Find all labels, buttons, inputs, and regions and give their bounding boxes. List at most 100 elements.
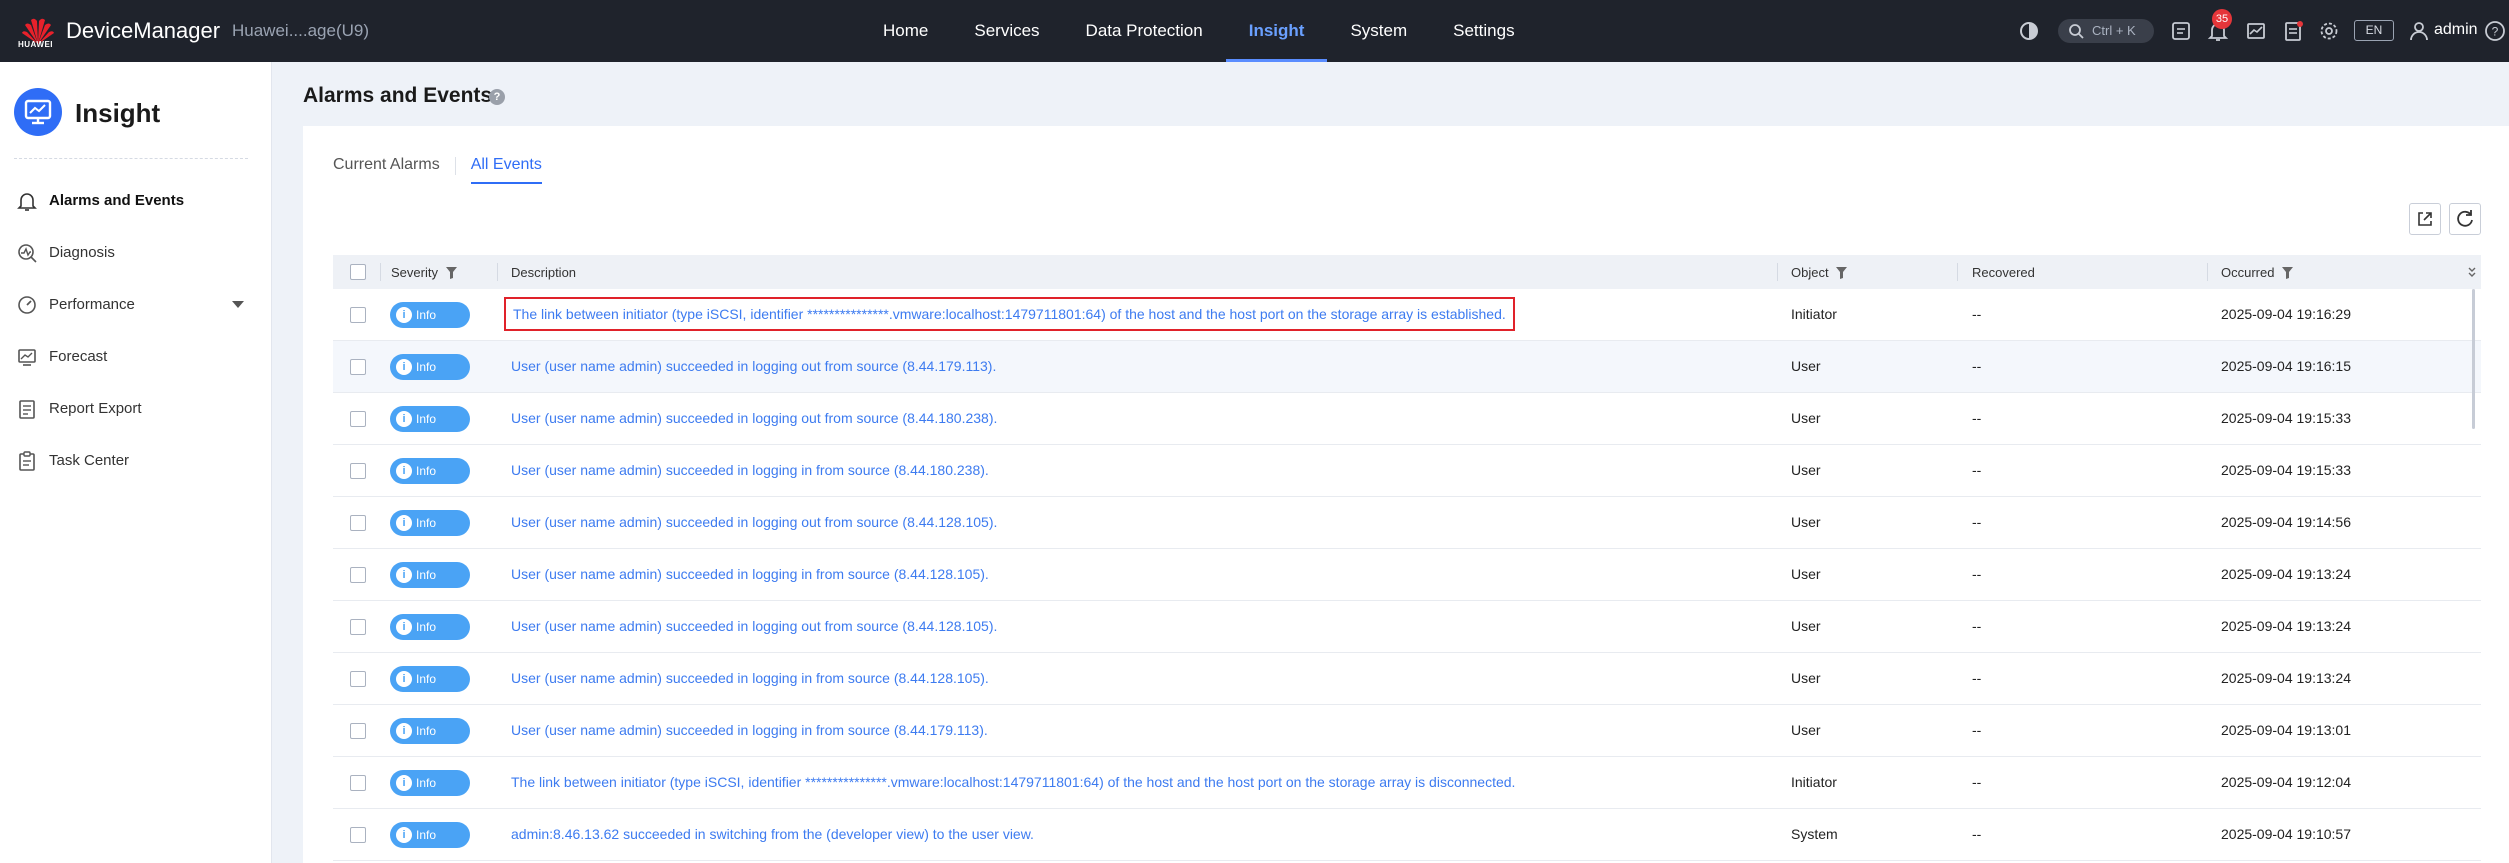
username[interactable]: admin	[2434, 21, 2478, 39]
theme-toggle-icon[interactable]	[2018, 20, 2040, 42]
event-description[interactable]: The link between initiator (type iSCSI, …	[504, 297, 1515, 331]
filter-icon[interactable]	[1836, 267, 1848, 279]
table-row[interactable]: i Info The link between initiator (type iS…	[333, 757, 2481, 809]
sidebar-title: Insight	[75, 98, 161, 128]
question-mark-icon[interactable]: ?	[489, 89, 505, 105]
column-settings-icon[interactable]	[2467, 266, 2477, 278]
nav-system[interactable]: System	[1327, 0, 1430, 62]
event-description[interactable]: User (user name admin) succeeded in logg…	[511, 618, 997, 634]
severity-label: Info	[416, 568, 437, 582]
column-occurred[interactable]: Occurred	[2221, 265, 2294, 280]
alarm-count-badge: 35	[2212, 9, 2232, 29]
row-checkbox[interactable]	[350, 411, 366, 427]
event-object: User	[1791, 514, 1821, 530]
event-description[interactable]: User (user name admin) succeeded in logg…	[511, 462, 989, 478]
severity-label: Info	[416, 776, 437, 790]
event-description[interactable]: User (user name admin) succeeded in logg…	[511, 670, 989, 686]
row-checkbox[interactable]	[350, 671, 366, 687]
sidebar-item-label: Performance	[49, 296, 135, 313]
severity-label: Info	[416, 516, 437, 530]
filter-icon[interactable]	[2282, 267, 2294, 279]
event-recovered: --	[1972, 670, 1982, 686]
global-search[interactable]: Ctrl + K	[2058, 19, 2154, 43]
device-name[interactable]: Huawei....age(U9)	[232, 21, 369, 41]
column-object[interactable]: Object	[1791, 265, 1848, 280]
user-icon[interactable]	[2408, 20, 2430, 42]
svg-text:?: ?	[2492, 25, 2499, 39]
row-checkbox[interactable]	[350, 307, 366, 323]
nav-services[interactable]: Services	[951, 0, 1062, 62]
sidebar-item-alarms-and-events[interactable]: Alarms and Events	[0, 181, 270, 221]
event-description[interactable]: User (user name admin) succeeded in logg…	[511, 358, 996, 374]
filter-icon[interactable]	[445, 267, 457, 279]
gear-icon[interactable]	[2318, 20, 2340, 42]
event-description[interactable]: User (user name admin) succeeded in logg…	[511, 722, 988, 738]
event-occurred: 2025-09-04 19:10:57	[2221, 826, 2351, 842]
column-divider	[380, 263, 381, 281]
info-icon: i	[396, 359, 412, 375]
row-checkbox[interactable]	[350, 567, 366, 583]
table-row[interactable]: i Info User (user name admin) succeeded in…	[333, 549, 2481, 601]
language-switch[interactable]: EN	[2354, 20, 2394, 41]
event-description[interactable]: User (user name admin) succeeded in logg…	[511, 410, 997, 426]
events-table: Severity Description Object Recovered Oc…	[333, 255, 2481, 861]
event-recovered: --	[1972, 306, 1982, 322]
info-icon: i	[396, 619, 412, 635]
row-checkbox[interactable]	[350, 775, 366, 791]
info-icon: i	[396, 567, 412, 583]
sidebar-divider	[14, 158, 248, 159]
table-scrollbar[interactable]	[2472, 289, 2475, 429]
export-button[interactable]	[2409, 203, 2441, 235]
table-row[interactable]: i Info User (user name admin) succeeded in…	[333, 705, 2481, 757]
table-row[interactable]: i Info User (user name admin) succeeded in…	[333, 341, 2481, 393]
sidebar-item-performance[interactable]: Performance	[0, 285, 270, 325]
help-icon[interactable]: ?	[2484, 20, 2506, 42]
select-all-checkbox[interactable]	[350, 264, 366, 280]
severity-badge: i Info	[390, 302, 470, 328]
messages-icon[interactable]	[2282, 20, 2304, 42]
row-checkbox[interactable]	[350, 359, 366, 375]
event-occurred: 2025-09-04 19:12:04	[2221, 774, 2351, 790]
event-description[interactable]: User (user name admin) succeeded in logg…	[511, 566, 989, 582]
row-checkbox[interactable]	[350, 619, 366, 635]
row-checkbox[interactable]	[350, 723, 366, 739]
table-row[interactable]: i Info User (user name admin) succeeded in…	[333, 445, 2481, 497]
table-row[interactable]: i Info User (user name admin) succeeded in…	[333, 601, 2481, 653]
row-checkbox[interactable]	[350, 463, 366, 479]
severity-label: Info	[416, 828, 437, 842]
severity-badge: i Info	[390, 770, 470, 796]
tab-current-alarms[interactable]: Current Alarms	[333, 156, 440, 184]
sidebar-item-task-center[interactable]: Task Center	[0, 441, 270, 481]
event-description[interactable]: The link between initiator (type iSCSI, …	[511, 774, 1515, 790]
table-row[interactable]: i Info The link between initiator (type iS…	[333, 289, 2481, 341]
sidebar-item-report-export[interactable]: Report Export	[0, 389, 270, 429]
event-recovered: --	[1972, 826, 1982, 842]
column-label: Occurred	[2221, 265, 2275, 280]
sidebar-item-label: Diagnosis	[49, 244, 115, 261]
severity-badge: i Info	[390, 406, 470, 432]
column-severity[interactable]: Severity	[391, 265, 457, 280]
task-list-icon[interactable]	[2170, 20, 2192, 42]
event-occurred: 2025-09-04 19:16:15	[2221, 358, 2351, 374]
event-description[interactable]: admin:8.46.13.62 succeeded in switching …	[511, 826, 1034, 842]
severity-badge: i Info	[390, 458, 470, 484]
sidebar-item-diagnosis[interactable]: Diagnosis	[0, 233, 270, 273]
tab-all-events[interactable]: All Events	[470, 156, 542, 184]
nav-settings[interactable]: Settings	[1430, 0, 1537, 62]
event-recovered: --	[1972, 462, 1982, 478]
table-row[interactable]: i Info admin:8.46.13.62 succeeded in switc…	[333, 809, 2481, 861]
table-row[interactable]: i Info User (user name admin) succeeded in…	[333, 653, 2481, 705]
refresh-button[interactable]	[2449, 203, 2481, 235]
forecast-icon	[18, 349, 36, 366]
performance-monitor-icon[interactable]	[2245, 20, 2267, 42]
table-row[interactable]: i Info User (user name admin) succeeded in…	[333, 497, 2481, 549]
table-row[interactable]: i Info User (user name admin) succeeded in…	[333, 393, 2481, 445]
nav-insight[interactable]: Insight	[1225, 0, 1328, 62]
nav-data-protection[interactable]: Data Protection	[1063, 0, 1226, 62]
row-checkbox[interactable]	[350, 827, 366, 843]
event-description[interactable]: User (user name admin) succeeded in logg…	[511, 514, 997, 530]
row-checkbox[interactable]	[350, 515, 366, 531]
sidebar-item-forecast[interactable]: Forecast	[0, 337, 270, 377]
event-tabs: Current Alarms All Events	[333, 156, 542, 184]
nav-home[interactable]: Home	[860, 0, 951, 62]
